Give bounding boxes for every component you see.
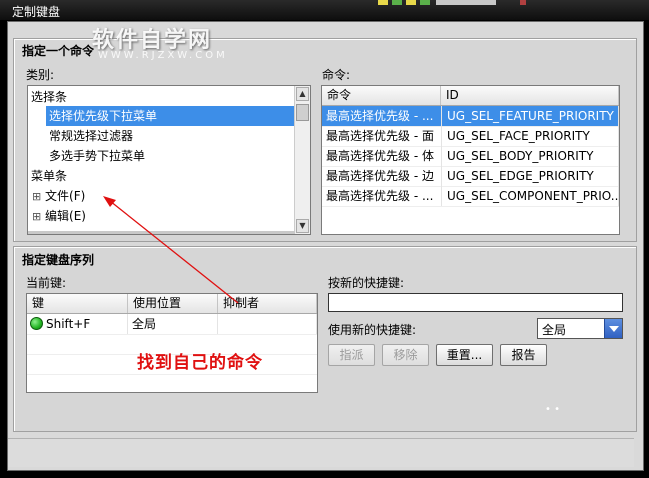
tree-item-label: 常规选择过滤器 — [49, 129, 134, 143]
expand-icon[interactable]: ⊞ — [32, 190, 41, 203]
tree-item-label: 文件(F) — [45, 189, 86, 203]
remove-button[interactable]: 移除 — [382, 344, 429, 366]
use-new-shortcut-label: 使用新的快捷键: — [328, 323, 417, 337]
command-table-header: 命令 ID — [322, 86, 619, 106]
table-row[interactable]: 最高选择优先级 - 体 UG_SEL_BODY_PRIORITY — [322, 146, 619, 167]
table-row[interactable]: 最高选择优先级 - ... UG_SEL_FEATURE_PRIORITY — [322, 106, 619, 127]
category-label: 类别: — [26, 68, 55, 82]
category-tree-hscroll[interactable] — [28, 231, 295, 234]
table-row[interactable]: 最高选择优先级 - ... UG_SEL_COMPONENT_PRIO... — [322, 186, 619, 207]
tree-item-label: 编辑(E) — [45, 209, 86, 223]
cell-command: 最高选择优先级 - ... — [322, 106, 442, 126]
dialog-window: 定制键盘 指定一个命令 类别: 命令: 选择条 选择优先级下拉菜单 常规选择过滤… — [0, 0, 649, 478]
tree-item-edit[interactable]: ⊞ 编辑(E) — [32, 206, 86, 226]
cell-where: 全局 — [128, 314, 218, 334]
category-tree-scrollbar[interactable]: ▲ ▼ — [294, 86, 310, 234]
table-row[interactable]: Shift+F 全局 — [27, 314, 317, 335]
tree-item-selection-bar[interactable]: 选择条 — [31, 87, 67, 107]
reset-button[interactable]: 重置... — [436, 344, 493, 366]
table-row[interactable]: 最高选择优先级 - 边 UG_SEL_EDGE_PRIORITY — [322, 166, 619, 187]
new-shortcut-label: 按新的快捷键: — [328, 276, 405, 290]
cell-key: Shift+F — [27, 314, 128, 334]
tree-item-label: 选择条 — [31, 90, 68, 104]
scroll-up-arrow-icon[interactable]: ▲ — [296, 87, 309, 101]
column-header-key[interactable]: 键 — [27, 294, 128, 313]
cell-id: UG_SEL_BODY_PRIORITY — [443, 146, 619, 166]
scroll-thumb[interactable] — [296, 104, 309, 121]
title-stripe-yellow — [378, 0, 388, 5]
bottom-button-area — [8, 438, 634, 467]
cell-command: 最高选择优先级 - 面 — [322, 126, 442, 146]
status-ok-icon — [30, 317, 43, 330]
key-value: Shift+F — [46, 317, 91, 331]
cell-command: 最高选择优先级 - ... — [322, 186, 442, 206]
chevron-down-icon[interactable] — [604, 319, 622, 338]
current-keys-label: 当前键: — [26, 276, 67, 290]
command-group-title: 指定一个命令 — [22, 44, 95, 58]
cell-command: 最高选择优先级 - 体 — [322, 146, 442, 166]
tree-item-label: 选择优先级下拉菜单 — [49, 109, 158, 123]
scroll-down-arrow-icon[interactable]: ▼ — [296, 219, 309, 233]
tree-item-label: 多选手势下拉菜单 — [49, 149, 146, 163]
cell-suppressor — [218, 314, 317, 334]
scope-select-value: 全局 — [542, 323, 567, 337]
column-header-suppressor[interactable]: 抑制者 — [218, 294, 317, 313]
cell-id: UG_SEL_EDGE_PRIORITY — [443, 166, 619, 186]
cell-id: UG_SEL_COMPONENT_PRIO... — [443, 186, 619, 206]
command-label: 命令: — [322, 68, 351, 82]
column-header-command[interactable]: 命令 — [322, 86, 441, 105]
decorative-dots: • • — [545, 404, 560, 415]
report-button[interactable]: 报告 — [500, 344, 547, 366]
tree-item-multi-select-gesture[interactable]: 多选手势下拉菜单 — [49, 146, 145, 166]
assign-button[interactable]: 指派 — [328, 344, 375, 366]
title-stripe-red — [520, 0, 526, 5]
cell-id: UG_SEL_FEATURE_PRIORITY — [443, 106, 619, 126]
title-bar[interactable]: 定制键盘 — [0, 0, 649, 20]
current-keys-table[interactable]: 键 使用位置 抑制者 Shift+F 全局 — [26, 293, 318, 393]
expand-icon[interactable]: ⊞ — [32, 210, 41, 223]
tree-item-menu-bar[interactable]: 菜单条 — [31, 166, 67, 186]
category-tree[interactable]: 选择条 选择优先级下拉菜单 常规选择过滤器 多选手势下拉菜单 菜单条 ⊞ 文件(… — [27, 85, 311, 235]
sequence-group-title: 指定键盘序列 — [22, 253, 95, 267]
watermark-url: WWW.RJZXW.COM — [98, 50, 228, 61]
cell-id: UG_SEL_FACE_PRIORITY — [443, 126, 619, 146]
annotation-text: 找到自己的命令 — [137, 353, 263, 373]
cell-command: 最高选择优先级 - 边 — [322, 166, 442, 186]
column-header-id[interactable]: ID — [441, 86, 619, 105]
title-stripe-green — [392, 0, 402, 5]
tree-item-file[interactable]: ⊞ 文件(F) — [32, 186, 85, 206]
column-header-where[interactable]: 使用位置 — [128, 294, 218, 313]
scope-select[interactable]: 全局 — [537, 318, 623, 339]
title-stripe-yellow-2 — [406, 0, 416, 5]
title-stripe-gray — [436, 0, 496, 5]
window-title: 定制键盘 — [12, 5, 61, 19]
tree-item-general-filter[interactable]: 常规选择过滤器 — [49, 126, 133, 146]
table-row[interactable]: 最高选择优先级 - 面 UG_SEL_FACE_PRIORITY — [322, 126, 619, 147]
tree-item-selection-priority-menu[interactable]: 选择优先级下拉菜单 — [46, 106, 297, 126]
title-stripe-green-2 — [420, 0, 430, 5]
new-shortcut-input[interactable] — [328, 293, 623, 312]
tree-item-label: 菜单条 — [31, 169, 68, 183]
command-table[interactable]: 命令 ID 最高选择优先级 - ... UG_SEL_FEATURE_PRIOR… — [321, 85, 620, 235]
current-keys-header: 键 使用位置 抑制者 — [27, 294, 317, 314]
